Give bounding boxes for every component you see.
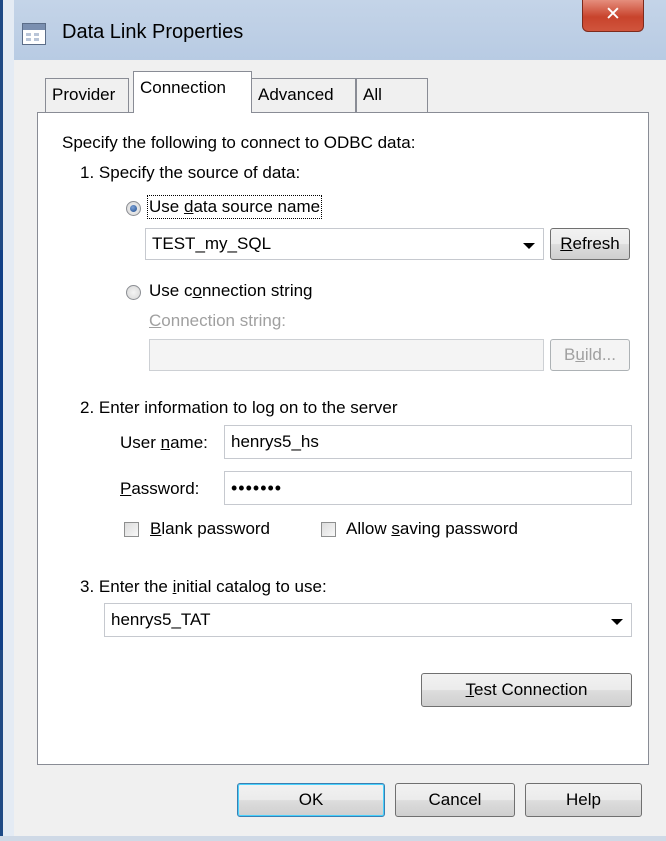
tab-label: All — [363, 85, 382, 104]
intro-text: Specify the following to connect to ODBC… — [62, 133, 416, 152]
blank-password-label[interactable]: Blank password — [150, 519, 270, 539]
tab-advanced[interactable]: Advanced — [251, 78, 356, 112]
catalog-value: henrys5_TAT — [111, 610, 211, 629]
tab-label: Provider — [52, 85, 116, 104]
dsn-value: TEST_my_SQL — [152, 234, 272, 253]
initial-catalog-dropdown[interactable]: henrys5_TAT — [104, 603, 632, 637]
build-button[interactable]: Build... — [550, 339, 630, 371]
refresh-button[interactable]: Refresh — [550, 228, 630, 260]
data-link-icon — [22, 23, 46, 45]
help-button[interactable]: Help — [525, 783, 642, 817]
blank-password-checkbox[interactable] — [124, 522, 139, 537]
dsn-dropdown[interactable]: TEST_my_SQL — [145, 228, 544, 260]
step1-heading: 1. Specify the source of data: — [80, 163, 301, 182]
connection-string-input[interactable] — [149, 339, 544, 371]
tab-all[interactable]: All — [356, 78, 428, 112]
allow-saving-password-checkbox[interactable] — [321, 522, 336, 537]
username-label: User name: — [120, 433, 208, 452]
connection-string-label: Connection string: — [149, 311, 287, 330]
use-connection-string-radio[interactable] — [126, 285, 141, 300]
test-connection-button[interactable]: Test Connection — [421, 673, 632, 707]
use-dsn-label[interactable]: Use data source name — [146, 195, 323, 219]
close-button[interactable]: ✕ — [582, 0, 644, 32]
password-input[interactable]: ••••••• — [224, 471, 632, 505]
step2-heading: 2. Enter information to log on to the se… — [80, 398, 398, 417]
tab-label: Connection — [140, 78, 227, 97]
chevron-down-icon[interactable] — [523, 243, 535, 249]
window-title: Data Link Properties — [62, 21, 244, 43]
chevron-down-icon[interactable] — [611, 619, 623, 625]
ok-button[interactable]: OK — [237, 783, 385, 817]
tab-connection[interactable]: Connection — [133, 71, 252, 113]
use-dsn-radio[interactable] — [126, 201, 141, 216]
tab-label: Advanced — [258, 85, 334, 104]
password-label: Password: — [120, 479, 200, 498]
background-window-edge — [0, 250, 3, 650]
tab-provider[interactable]: Provider — [45, 78, 129, 112]
close-icon: ✕ — [605, 3, 621, 25]
window-bottom-edge — [0, 836, 666, 841]
step3-heading: 3. Enter the initial catalog to use: — [80, 577, 327, 596]
cancel-button[interactable]: Cancel — [395, 783, 515, 817]
use-connection-string-label[interactable]: Use connection string — [149, 281, 313, 301]
username-input[interactable]: henrys5_hs — [224, 425, 632, 459]
allow-saving-password-label[interactable]: Allow saving password — [346, 519, 518, 539]
